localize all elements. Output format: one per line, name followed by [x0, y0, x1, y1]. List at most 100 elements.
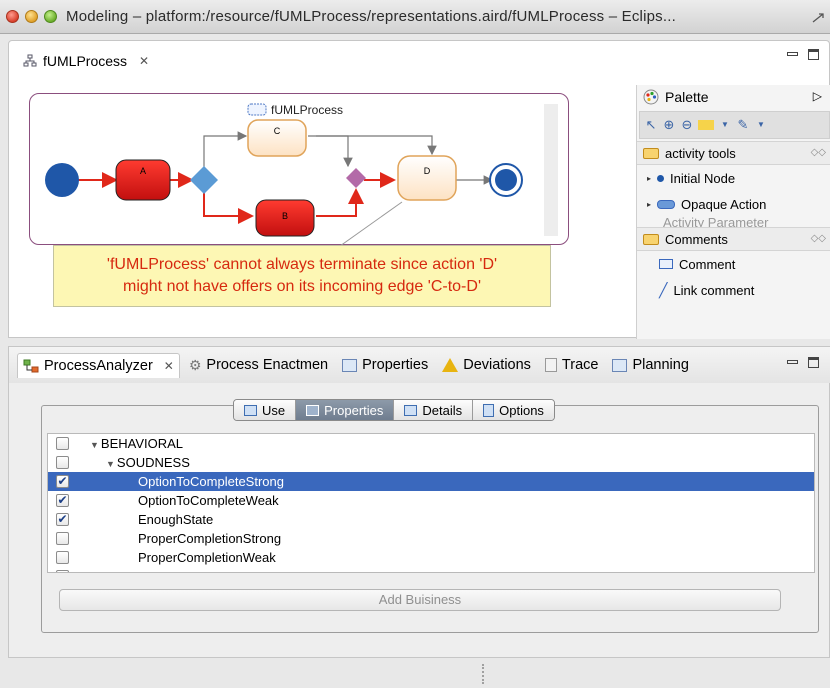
zoom-window-button[interactable]: [44, 10, 57, 23]
close-tab-icon[interactable]: ✕: [139, 54, 149, 68]
segment-use[interactable]: Use: [234, 400, 297, 420]
checkbox[interactable]: [56, 456, 69, 469]
checkbox[interactable]: [56, 437, 69, 450]
expand-toggle-icon[interactable]: ▼: [106, 459, 115, 469]
palette-item-label: Link comment: [673, 282, 755, 298]
tab-label: ProcessAnalyzer: [44, 357, 153, 374]
action-node-b[interactable]: B: [255, 199, 315, 237]
decision-node[interactable]: [190, 166, 218, 194]
editor-tab-label: fUMLProcess: [43, 53, 128, 69]
activity-final-node[interactable]: [489, 163, 523, 197]
palette-item-link-comment[interactable]: ╱ Link comment: [637, 277, 830, 303]
note-icon[interactable]: [698, 120, 714, 130]
warning-line-1: 'fUMLProcess' cannot always terminate si…: [106, 256, 498, 273]
drawer-comments[interactable]: Comments ◇◇: [637, 227, 830, 251]
tree-row[interactable]: ▼ SOUDNESS: [48, 453, 814, 472]
tab-label: Planning: [632, 357, 689, 373]
checkbox[interactable]: [56, 551, 69, 564]
tree-row-label: ▼ BEHAVIORAL: [90, 436, 183, 451]
segment-details[interactable]: Details: [394, 400, 474, 420]
window-titlebar: Modeling – platform:/resource/fUMLProces…: [0, 0, 830, 34]
close-tab-icon[interactable]: ✕: [164, 359, 174, 373]
tab-label: Trace: [561, 357, 599, 373]
minimize-view-icon[interactable]: [787, 360, 798, 364]
maximize-view-icon[interactable]: [808, 357, 819, 368]
segment-options[interactable]: Options: [473, 400, 554, 420]
pin-dropdown-icon[interactable]: ▼: [754, 118, 768, 132]
note-dropdown-icon[interactable]: ▼: [718, 118, 732, 132]
action-node-c[interactable]: C: [247, 119, 307, 157]
editor-tab-fumlprocess[interactable]: fUMLProcess ✕: [15, 49, 157, 73]
tab-properties[interactable]: Properties: [337, 353, 433, 377]
tab-deviations[interactable]: Deviations: [437, 353, 536, 377]
drawer-label: activity tools: [665, 145, 736, 161]
action-label-a: A: [140, 166, 146, 176]
warning-icon: [442, 358, 459, 372]
checkbox-checked[interactable]: ✔: [56, 513, 69, 526]
planning-icon: [612, 358, 628, 372]
tree-row-label: EnoughState: [138, 512, 213, 527]
palette-item-comment[interactable]: Comment: [637, 251, 830, 277]
expand-icon: ▸: [647, 173, 652, 183]
tree-row[interactable]: ProperCompletionWeak: [48, 548, 814, 567]
palette-item-label: Opaque Action: [681, 196, 767, 212]
drawer-pin-icon[interactable]: ◇◇: [811, 233, 826, 244]
initial-node-icon: [657, 174, 665, 182]
palette-item-initial-node[interactable]: ▸ Initial Node: [637, 165, 830, 191]
details-icon: [404, 404, 418, 416]
merge-node[interactable]: [346, 168, 366, 188]
palette-item-opaque-action[interactable]: ▸ Opaque Action: [637, 191, 830, 217]
splitter-handle[interactable]: [482, 664, 484, 684]
tree-row[interactable]: ✔ OptionToCompleteWeak: [48, 491, 814, 510]
tab-process-enactment[interactable]: ⚙ Process Enactmen: [184, 353, 333, 378]
drawer-pin-icon[interactable]: ◇◇: [811, 147, 826, 158]
close-window-button[interactable]: [6, 10, 19, 23]
drawer-activity-tools[interactable]: activity tools ◇◇: [637, 141, 830, 165]
checkbox[interactable]: [56, 570, 69, 572]
trace-icon: [544, 358, 557, 372]
action-label-c: C: [274, 126, 281, 136]
checkbox-checked[interactable]: ✔: [56, 475, 69, 488]
view-mode-segmented-control: Use Properties Details Options: [233, 399, 555, 421]
tree-row[interactable]: ✔ OptionToCompleteStrong: [48, 472, 814, 491]
action-node-d[interactable]: D: [397, 155, 457, 201]
minimize-window-button[interactable]: [25, 10, 38, 23]
segment-label: Details: [422, 402, 463, 418]
palette-collapse-icon[interactable]: ▷: [813, 89, 822, 103]
checkbox-checked[interactable]: ✔: [56, 494, 69, 507]
checkbox[interactable]: [56, 532, 69, 545]
fullscreen-icon[interactable]: [812, 13, 824, 23]
tab-label: Deviations: [463, 357, 531, 373]
initial-node[interactable]: [45, 163, 79, 197]
tree-row[interactable]: ▶ORGANIZATIONAL: [48, 567, 814, 572]
action-node-a[interactable]: A: [115, 159, 171, 201]
expand-toggle-icon[interactable]: ▼: [90, 440, 99, 450]
properties-tree: ▼ BEHAVIORAL ▼ SOUDNESS ✔ OptionToCompleteStr…: [47, 433, 815, 573]
activity-diagram[interactable]: fUMLProcess A C B D: [29, 93, 569, 246]
segment-properties[interactable]: Properties: [296, 400, 395, 420]
select-arrow-icon[interactable]: ↖: [644, 118, 658, 132]
palette-toolbar: ↖ ⊕ ⊖ ▼ ✎ ▼: [639, 111, 830, 139]
view-tab-bar: ProcessAnalyzer ✕ ⚙ Process Enactmen Pro…: [9, 347, 830, 383]
add-business-button[interactable]: Add Buisiness: [59, 589, 781, 611]
tab-trace[interactable]: Trace: [540, 353, 604, 377]
use-icon: [244, 404, 257, 416]
tree-row[interactable]: ProperCompletionStrong: [48, 529, 814, 548]
palette-panel: Palette ▷ ↖ ⊕ ⊖ ▼ ✎ ▼ activity tools ◇◇ …: [636, 85, 830, 339]
action-label-b: B: [282, 211, 288, 221]
pin-note-icon[interactable]: ✎: [736, 118, 750, 132]
warning-line-2: might not have offers on its incoming ed…: [123, 278, 481, 295]
tab-process-analyzer[interactable]: ProcessAnalyzer ✕: [17, 352, 180, 378]
maximize-view-icon[interactable]: [808, 49, 819, 60]
palette-title: Palette: [665, 89, 709, 105]
warning-annotation: 'fUMLProcess' cannot always terminate si…: [53, 245, 551, 307]
tab-planning[interactable]: Planning: [607, 353, 693, 377]
link-comment-icon: ╱: [659, 281, 668, 298]
minimize-view-icon[interactable]: [787, 52, 798, 56]
tree-row[interactable]: ▼ BEHAVIORAL: [48, 434, 814, 453]
zoom-out-icon[interactable]: ⊖: [680, 118, 694, 132]
palette-item-activity-parameter[interactable]: Activity Parameter: [637, 217, 830, 227]
palette-header[interactable]: Palette ▷: [637, 85, 830, 109]
tree-row[interactable]: ✔ EnoughState: [48, 510, 814, 529]
zoom-in-icon[interactable]: ⊕: [662, 118, 676, 132]
